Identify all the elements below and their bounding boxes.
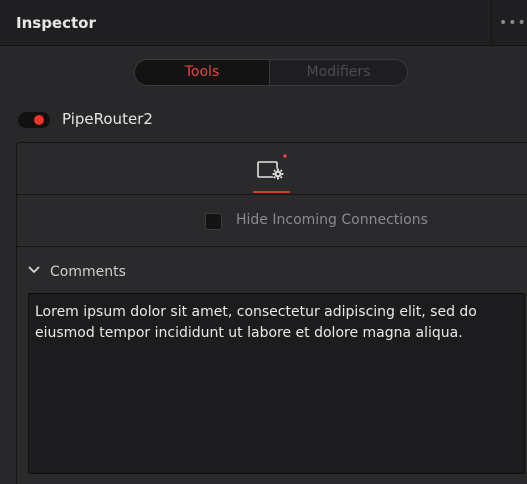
more-dots-icon: ••• [499,15,527,31]
node-enable-toggle[interactable] [18,112,50,128]
active-tab-underline [253,191,290,193]
comments-textarea[interactable]: Lorem ipsum dolor sit amet, consectetur … [28,293,525,474]
inspector-tabs: Tools Modifiers [134,59,408,86]
tab-modifiers[interactable]: Modifiers [270,60,407,85]
toggle-knob [34,115,44,125]
hide-incoming-label[interactable]: Hide Incoming Connections [236,212,428,228]
inspector-title-bar: Inspector ••• [0,0,527,46]
hide-incoming-checkbox[interactable] [205,213,222,230]
hide-incoming-row: Hide Incoming Connections [17,195,527,247]
comments-label: Comments [50,264,126,280]
control-tab-strip [17,143,527,195]
more-options-button[interactable]: ••• [491,0,527,46]
tab-settings[interactable] [251,153,291,193]
comments-header[interactable]: Comments [17,247,527,295]
panel-title: Inspector [16,14,96,32]
settings-tab-icon [257,154,287,180]
tab-tools[interactable]: Tools [135,60,270,85]
chevron-down-icon [28,266,40,274]
tool-controls: Hide Incoming Connections Comments Lorem… [16,142,527,484]
node-name[interactable]: PipeRouter2 [62,110,153,128]
inspector-panel: Inspector ••• Tools Modifiers PipeRouter… [0,0,527,484]
